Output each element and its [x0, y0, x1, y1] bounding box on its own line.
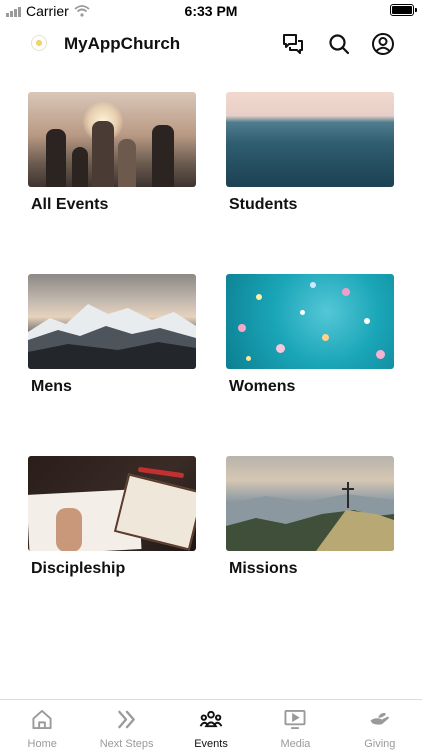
- category-card-students[interactable]: Students: [226, 92, 394, 214]
- tab-media[interactable]: Media: [253, 700, 337, 750]
- home-icon: [32, 709, 52, 730]
- giving-hand-icon: [370, 712, 389, 725]
- students-image: [226, 92, 394, 187]
- tab-label: Events: [194, 738, 228, 750]
- status-bar: Carrier 6:33 PM: [0, 0, 422, 22]
- tab-bar: Home Next Steps Events Media Giving: [0, 699, 422, 750]
- category-label: Students: [229, 196, 298, 213]
- battery-icon: [390, 4, 417, 16]
- chevrons-right-icon: [117, 710, 135, 729]
- category-card-discipleship[interactable]: Discipleship: [28, 456, 196, 578]
- status-time: 6:33 PM: [184, 3, 238, 19]
- category-card-womens[interactable]: Womens: [226, 274, 394, 396]
- app-title: MyAppChurch: [64, 34, 181, 53]
- tab-events[interactable]: Events: [169, 700, 253, 750]
- category-card-all-events[interactable]: All Events: [28, 92, 196, 214]
- category-card-mens[interactable]: Mens: [28, 274, 196, 396]
- tab-label: Media: [280, 738, 311, 750]
- group-icon: [199, 710, 223, 728]
- mens-image: [28, 274, 196, 369]
- tab-next-steps[interactable]: Next Steps: [84, 700, 168, 750]
- category-label: Discipleship: [31, 560, 126, 577]
- tab-label: Giving: [364, 738, 396, 750]
- category-label: Missions: [229, 560, 298, 577]
- missions-image: [226, 456, 394, 551]
- all-events-image: [28, 92, 196, 187]
- womens-image: [226, 274, 394, 369]
- category-label: All Events: [31, 196, 109, 213]
- chat-icon[interactable]: [281, 32, 305, 56]
- play-screen-icon: [284, 709, 306, 730]
- discipleship-image: [28, 456, 196, 551]
- tab-giving[interactable]: Giving: [338, 700, 422, 750]
- app-header: MyAppChurch: [0, 22, 422, 66]
- tab-label: Home: [27, 738, 57, 750]
- category-label: Mens: [31, 378, 72, 395]
- category-card-missions[interactable]: Missions: [226, 456, 394, 578]
- profile-icon[interactable]: [371, 32, 395, 56]
- tab-home[interactable]: Home: [0, 700, 84, 750]
- tab-label: Next Steps: [99, 738, 154, 750]
- church-logo: [31, 35, 47, 51]
- search-icon[interactable]: [327, 32, 351, 56]
- category-label: Womens: [229, 378, 296, 395]
